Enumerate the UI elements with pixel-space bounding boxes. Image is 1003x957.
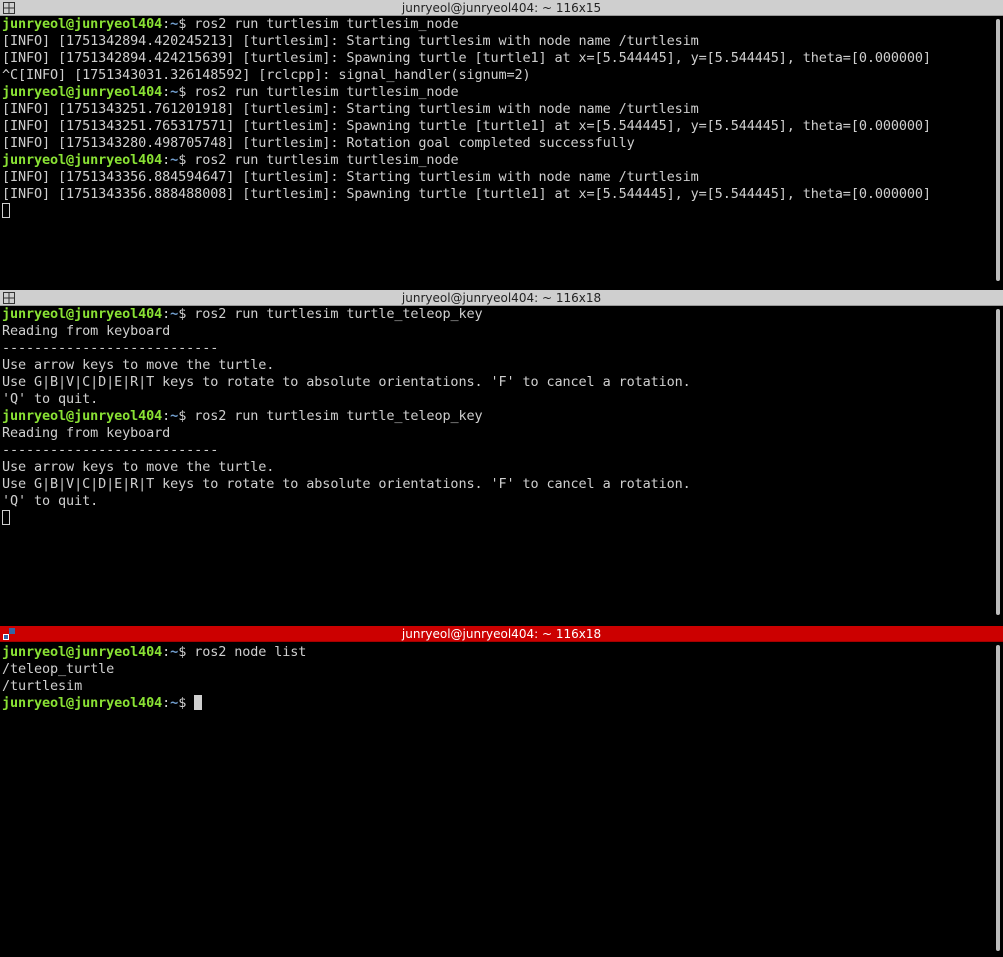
scrollbar-thumb[interactable]: [996, 19, 1000, 281]
prompt-symbol: $: [178, 644, 187, 660]
window-title: junryeol@junryeol404: ~ 116x18: [401, 291, 602, 305]
prompt-line: junryeol@junryeol404:~$ ros2 run turtles…: [2, 306, 992, 323]
output-line: Reading from keyboard: [2, 425, 171, 441]
prompt-colon: :: [162, 152, 171, 168]
prompt-colon: :: [162, 644, 171, 660]
terminal-cursor[interactable]: [194, 695, 203, 710]
prompt-colon: :: [162, 695, 171, 711]
cursor-line: [2, 203, 992, 220]
prompt-path: ~: [170, 16, 179, 32]
terminal-pane-3[interactable]: junryeol@junryeol404: ~ 116x18 junryeol@…: [0, 626, 1003, 957]
command-text: ros2 run turtlesim turtle_teleop_key: [186, 408, 483, 424]
output-line: ^C[INFO] [1751343031.326148592] [rclcpp]…: [2, 67, 531, 83]
window-title: junryeol@junryeol404: ~ 116x15: [401, 1, 602, 15]
output-line: Use arrow keys to move the turtle.: [2, 357, 275, 373]
output-line: Use G|B|V|C|D|E|R|T keys to rotate to ab…: [2, 374, 691, 390]
prompt-symbol: $: [178, 695, 187, 711]
prompt-path: ~: [170, 306, 179, 322]
terminal-output[interactable]: junryeol@junryeol404:~$ ros2 run turtles…: [2, 16, 992, 220]
terminal-cursor[interactable]: [2, 203, 10, 218]
prompt-line: junryeol@junryeol404:~$ ros2 run turtles…: [2, 16, 992, 33]
prompt-user: junryeol@junryeol404: [2, 695, 163, 711]
output-line: /teleop_turtle: [2, 661, 115, 677]
output-line: [INFO] [1751343251.765317571] [turtlesim…: [2, 118, 931, 134]
command-text: ros2 run turtlesim turtlesim_node: [186, 152, 459, 168]
output-line: /turtlesim: [2, 678, 83, 694]
command-text: [186, 695, 194, 711]
command-text: ros2 run turtlesim turtlesim_node: [186, 16, 459, 32]
prompt-symbol: $: [178, 408, 187, 424]
titlebar[interactable]: junryeol@junryeol404: ~ 116x18: [0, 626, 1003, 642]
terminal-pane-2[interactable]: junryeol@junryeol404: ~ 116x18 junryeol@…: [0, 290, 1003, 624]
output-line: Use G|B|V|C|D|E|R|T keys to rotate to ab…: [2, 476, 691, 492]
scrollbar-thumb[interactable]: [996, 645, 1000, 951]
prompt-path: ~: [170, 408, 179, 424]
titlebar[interactable]: junryeol@junryeol404: ~ 116x15: [0, 0, 1003, 16]
terminal-pane-1[interactable]: junryeol@junryeol404: ~ 116x15 junryeol@…: [0, 0, 1003, 289]
prompt-line: junryeol@junryeol404:~$ ros2 run turtles…: [2, 84, 992, 101]
output-line: [INFO] [1751343280.498705748] [turtlesim…: [2, 135, 635, 151]
prompt-symbol: $: [178, 16, 187, 32]
prompt-path: ~: [170, 84, 179, 100]
prompt-symbol: $: [178, 306, 187, 322]
prompt-colon: :: [162, 16, 171, 32]
cursor-line: [2, 510, 992, 527]
prompt-path: ~: [170, 644, 179, 660]
prompt-colon: :: [162, 84, 171, 100]
output-line: [INFO] [1751342894.420245213] [turtlesim…: [2, 33, 699, 49]
prompt-line: junryeol@junryeol404:~$ ros2 node list: [2, 644, 992, 661]
prompt-path: ~: [170, 152, 179, 168]
output-line: ---------------------------: [2, 340, 219, 356]
prompt-symbol: $: [178, 152, 187, 168]
prompt-user: junryeol@junryeol404: [2, 16, 163, 32]
prompt-path: ~: [170, 695, 179, 711]
command-text: ros2 node list: [186, 644, 307, 660]
scrollbar-thumb[interactable]: [996, 309, 1000, 615]
terminal-output[interactable]: junryeol@junryeol404:~$ ros2 run turtles…: [2, 306, 992, 527]
terminal-output[interactable]: junryeol@junryeol404:~$ ros2 node list/t…: [2, 644, 992, 712]
scrollbar[interactable]: [993, 307, 1003, 621]
output-line: [INFO] [1751342894.424215639] [turtlesim…: [2, 50, 931, 66]
prompt-symbol: $: [178, 84, 187, 100]
prompt-user: junryeol@junryeol404: [2, 644, 163, 660]
prompt-line: junryeol@junryeol404:~$ ros2 run turtles…: [2, 408, 992, 425]
output-line: [INFO] [1751343356.884594647] [turtlesim…: [2, 169, 699, 185]
prompt-user: junryeol@junryeol404: [2, 84, 163, 100]
output-line: 'Q' to quit.: [2, 391, 99, 407]
titlebar[interactable]: junryeol@junryeol404: ~ 116x18: [0, 290, 1003, 306]
prompt-line: junryeol@junryeol404:~$ ros2 run turtles…: [2, 152, 992, 169]
prompt-user: junryeol@junryeol404: [2, 408, 163, 424]
output-line: ---------------------------: [2, 442, 219, 458]
command-text: ros2 run turtlesim turtle_teleop_key: [186, 306, 483, 322]
scrollbar[interactable]: [993, 643, 1003, 955]
prompt-user: junryeol@junryeol404: [2, 306, 163, 322]
prompt-colon: :: [162, 306, 171, 322]
prompt-user: junryeol@junryeol404: [2, 152, 163, 168]
output-line: Use arrow keys to move the turtle.: [2, 459, 275, 475]
scrollbar[interactable]: [993, 17, 1003, 287]
output-line: 'Q' to quit.: [2, 493, 99, 509]
output-line: [INFO] [1751343356.888488008] [turtlesim…: [2, 186, 931, 202]
command-text: ros2 run turtlesim turtlesim_node: [186, 84, 459, 100]
output-line: [INFO] [1751343251.761201918] [turtlesim…: [2, 101, 699, 117]
window-title: junryeol@junryeol404: ~ 116x18: [401, 627, 602, 641]
prompt-line: junryeol@junryeol404:~$: [2, 695, 992, 712]
output-line: Reading from keyboard: [2, 323, 171, 339]
terminal-cursor[interactable]: [2, 510, 10, 525]
prompt-colon: :: [162, 408, 171, 424]
